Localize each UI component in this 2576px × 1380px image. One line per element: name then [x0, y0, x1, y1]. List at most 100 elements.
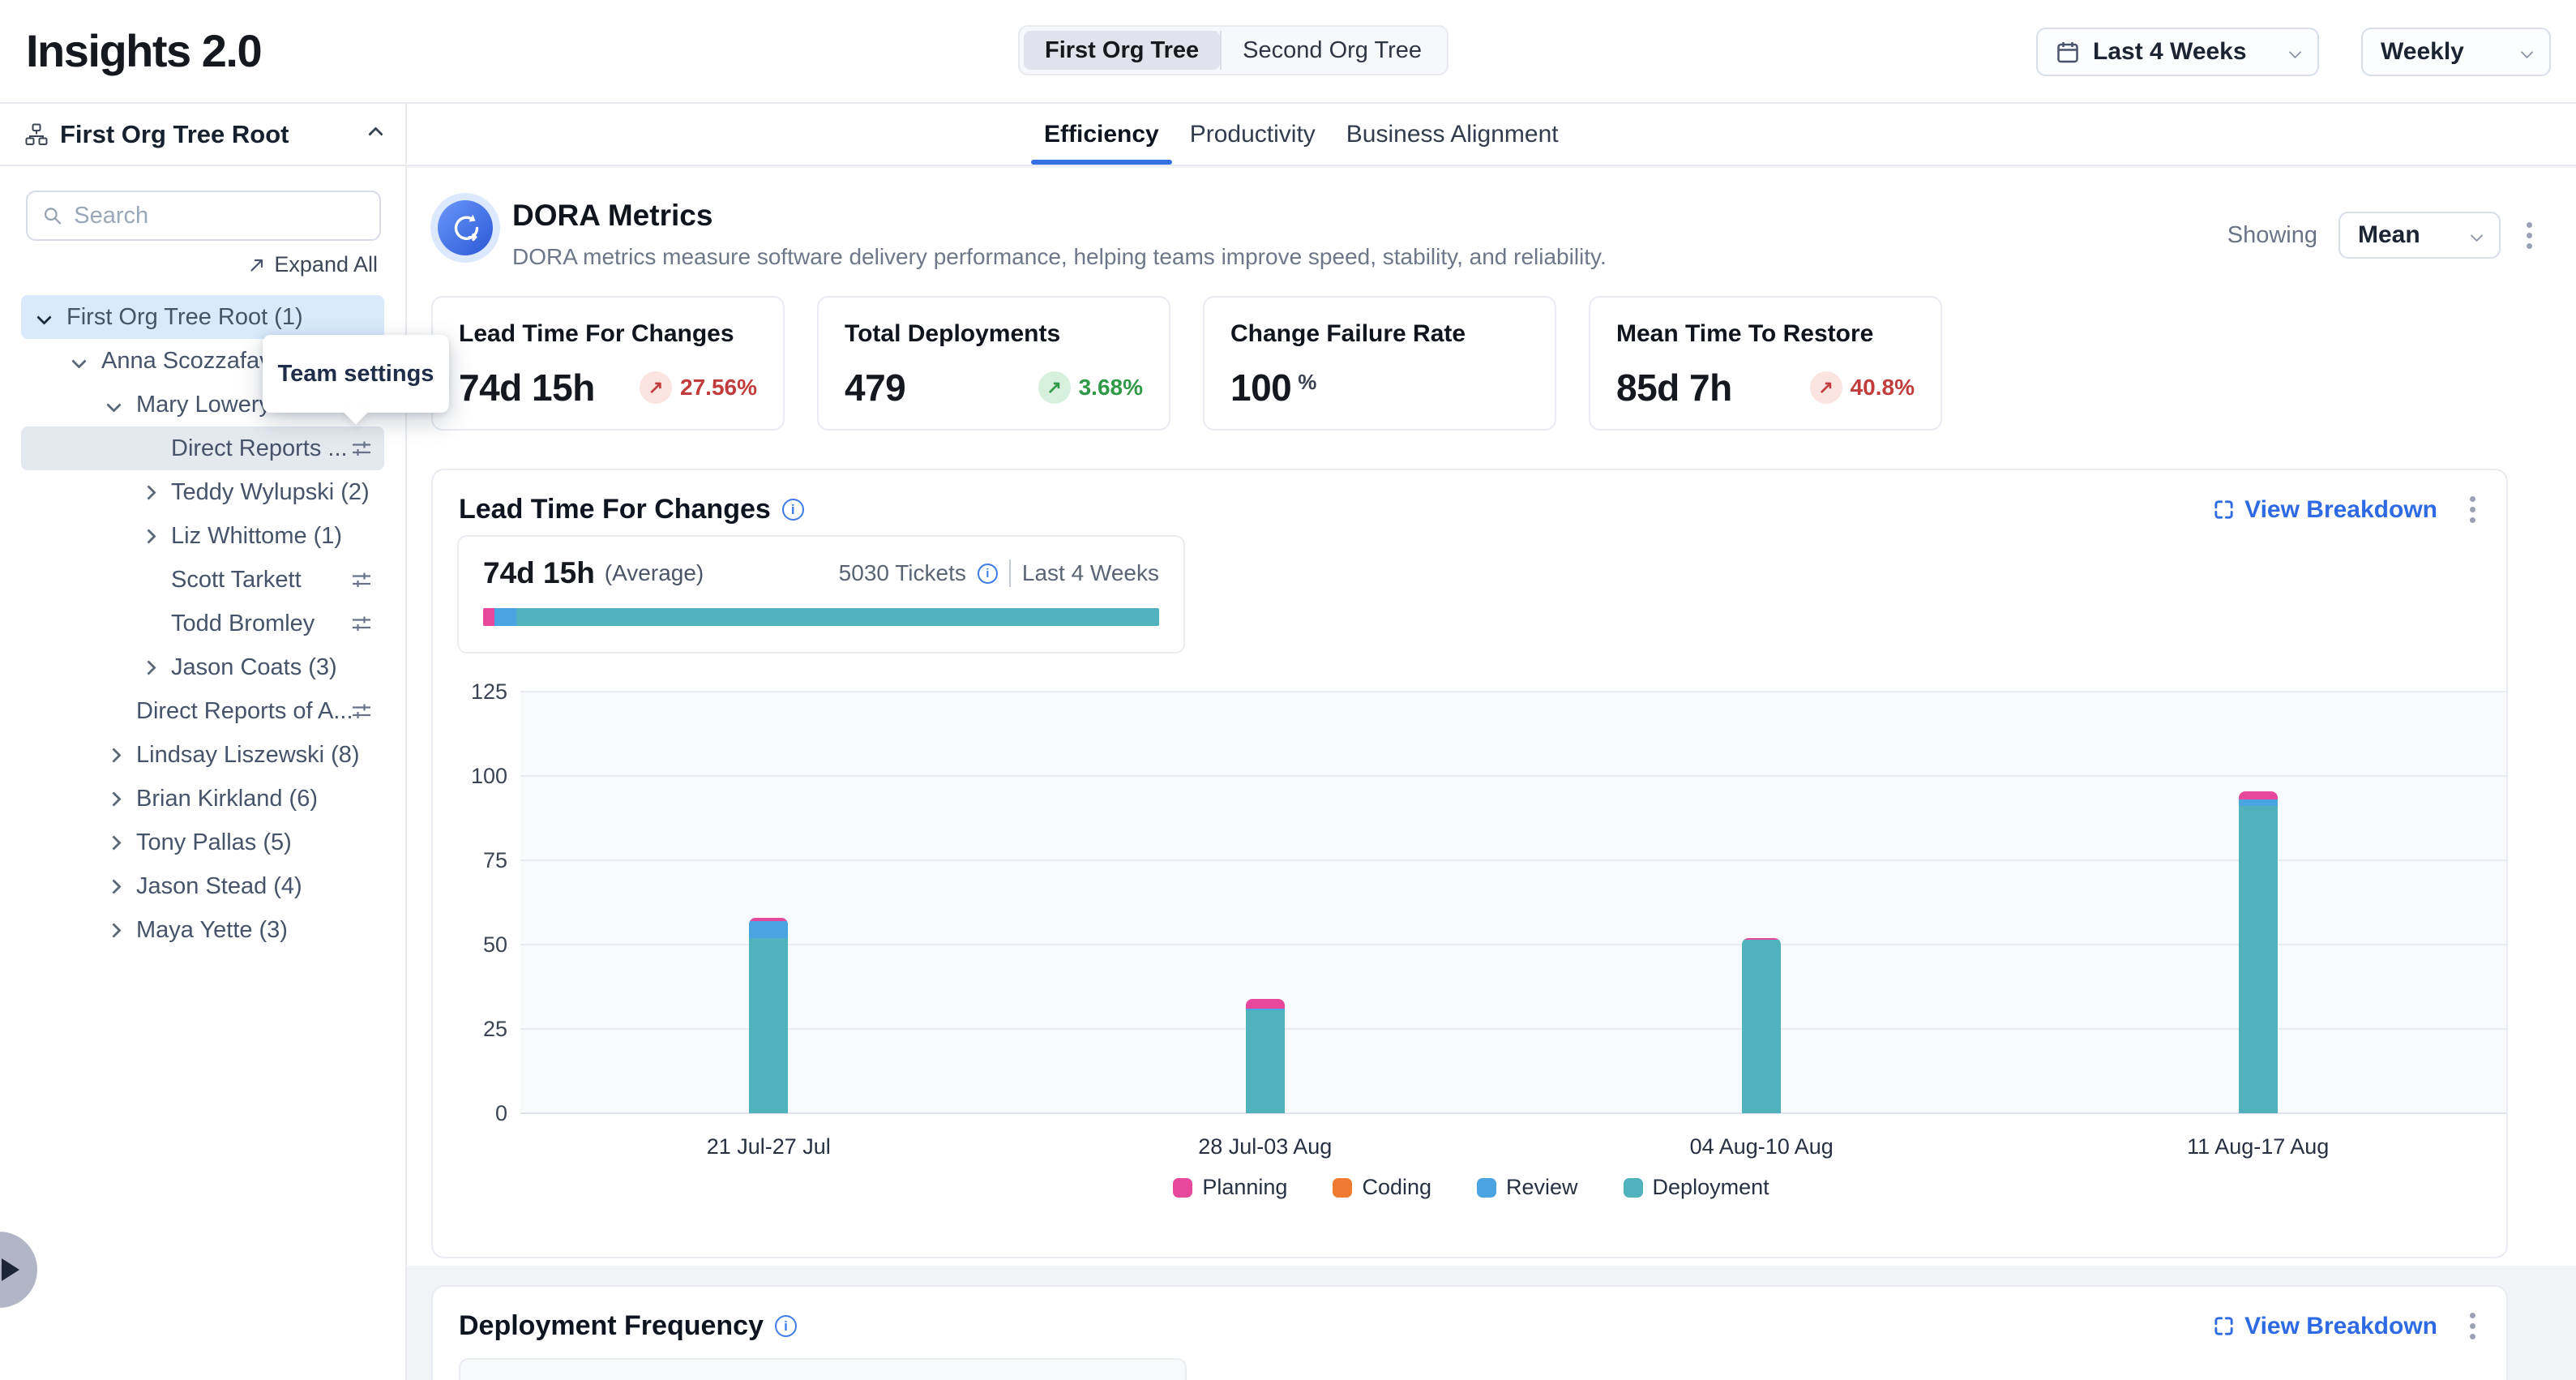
tree-item[interactable]: Todd Bromley	[21, 602, 384, 645]
tree-item-label: Scott Tarkett	[171, 567, 302, 594]
tree-item[interactable]: Liz Whittome(1)	[21, 514, 384, 558]
search-icon	[42, 204, 62, 227]
divider	[1009, 559, 1011, 587]
chevron-right-icon[interactable]	[143, 487, 171, 498]
insights-page: Insights 2.0 First Org TreeSecond Org Tr…	[0, 0, 2576, 1380]
tooltip-text: Team settings	[278, 361, 434, 388]
header-controls: Last 4 Weeks Weekly	[2036, 28, 2551, 76]
search-input[interactable]	[74, 203, 365, 229]
metric-title: Lead Time For Changes	[459, 320, 757, 348]
aggregation-select[interactable]: Mean	[2339, 212, 2501, 259]
tree-item[interactable]: Brian Kirkland(6)	[21, 777, 384, 821]
tree-item[interactable]: Tony Pallas(5)	[21, 821, 384, 864]
tree-item[interactable]: Jason Stead(4)	[21, 864, 384, 908]
gridline	[520, 775, 2506, 777]
chevron-right-icon[interactable]	[109, 925, 136, 936]
legend-item-coding[interactable]: Coding	[1333, 1175, 1431, 1200]
team-settings-tooltip: Team settings	[263, 335, 449, 413]
dora-kebab-menu-icon[interactable]	[2522, 217, 2537, 254]
tree-item-label: Jason Coats	[171, 654, 302, 681]
tree-item[interactable]: Lindsay Liszewski(8)	[21, 733, 384, 777]
team-settings-icon[interactable]	[350, 437, 373, 460]
bar-04-aug-10-aug	[1742, 938, 1781, 1113]
tree-item[interactable]: Maya Yette(3)	[21, 908, 384, 952]
dora-metrics-icon	[438, 200, 493, 255]
bar-segment-deployment	[1246, 1010, 1285, 1113]
tree-item[interactable]: Scott Tarkett	[21, 558, 384, 602]
tab-productivity[interactable]: Productivity	[1190, 104, 1316, 165]
chevron-down-icon[interactable]	[74, 356, 101, 366]
legend-item-planning[interactable]: Planning	[1173, 1175, 1287, 1200]
efficiency-panel: DORA Metrics DORA metrics measure softwa…	[407, 168, 2576, 1266]
chevron-right-icon[interactable]	[143, 662, 171, 673]
showing-controls: Showing Mean	[2227, 212, 2537, 259]
tree-item-label: Todd Bromley	[171, 611, 315, 637]
deployment-frequency-title: Deployment Frequency	[459, 1310, 797, 1342]
main-content: DORA Metrics DORA metrics measure softwa…	[407, 166, 2576, 1380]
tree-item[interactable]: First Org Tree Root(1)	[21, 295, 384, 339]
tree-item[interactable]: Jason Coats(3)	[21, 645, 384, 689]
org-tree-toggle-option[interactable]: Second Org Tree	[1220, 31, 1443, 70]
tree-item-count: (1)	[274, 304, 302, 331]
chevron-down-icon[interactable]	[39, 312, 66, 323]
metric-value: 74d 15h	[459, 366, 595, 409]
tree-item-label: Brian Kirkland	[136, 786, 283, 812]
trend-arrow-icon: ↗	[1810, 371, 1842, 404]
legend-item-review[interactable]: Review	[1477, 1175, 1578, 1200]
granularity-select[interactable]: Weekly	[2361, 28, 2551, 76]
expand-corners-icon	[2213, 1315, 2235, 1337]
chevron-right-icon[interactable]	[109, 838, 136, 848]
x-tick-label: 28 Jul-03 Aug	[1198, 1134, 1332, 1159]
info-icon[interactable]	[782, 499, 804, 521]
deployment-kebab-menu-icon[interactable]	[2465, 1308, 2480, 1344]
average-suffix: (Average)	[605, 560, 704, 586]
legend-swatch	[1624, 1178, 1643, 1198]
chevron-right-icon[interactable]	[143, 531, 171, 542]
view-breakdown-button[interactable]: View Breakdown	[2213, 1313, 2437, 1340]
chevron-right-icon[interactable]	[109, 881, 136, 892]
bar-28-jul-03-aug	[1246, 999, 1285, 1113]
bar-segment-deployment	[1742, 940, 1781, 1113]
expand-all-button[interactable]: Expand All	[0, 252, 378, 277]
tree-item-count: (2)	[340, 479, 369, 506]
metric-card-mean-time-to-restore: Mean Time To Restore85d 7h↗40.8%	[1589, 296, 1942, 431]
team-settings-icon[interactable]	[350, 568, 373, 591]
org-tree-toggle-option[interactable]: First Org Tree	[1024, 31, 1220, 70]
tree-item-count: (3)	[308, 654, 336, 681]
view-breakdown-button[interactable]: View Breakdown	[2213, 496, 2437, 524]
legend-swatch	[1477, 1178, 1496, 1198]
metric-delta: 3.68%	[1079, 375, 1143, 401]
tree-item-label: Jason Stead	[136, 873, 267, 900]
team-settings-icon[interactable]	[350, 700, 373, 722]
tree-item-label: Direct Reports of A...	[136, 698, 353, 725]
team-settings-icon[interactable]	[350, 612, 373, 635]
legend-label: Planning	[1202, 1175, 1287, 1200]
sidebar-title: First Org Tree Root	[60, 120, 359, 149]
chevron-right-icon[interactable]	[109, 750, 136, 761]
play-triangle-icon	[2, 1258, 19, 1281]
legend-item-deployment[interactable]: Deployment	[1624, 1175, 1769, 1200]
tab-efficiency[interactable]: Efficiency	[1044, 104, 1159, 165]
tree-item[interactable]: Teddy Wylupski(2)	[21, 470, 384, 514]
tree-item[interactable]: Direct Reports of A...	[21, 689, 384, 733]
chevron-right-icon[interactable]	[109, 794, 136, 804]
info-icon[interactable]	[775, 1315, 797, 1337]
chevron-down-icon[interactable]	[109, 400, 136, 410]
sidebar-header[interactable]: First Org Tree Root	[0, 104, 405, 166]
x-tick-label: 04 Aug-10 Aug	[1690, 1134, 1834, 1159]
metric-delta-badge: ↗40.8%	[1810, 371, 1915, 404]
legend-label: Deployment	[1653, 1175, 1769, 1200]
tab-business-alignment[interactable]: Business Alignment	[1346, 104, 1559, 165]
date-range-select[interactable]: Last 4 Weeks	[2036, 28, 2319, 76]
sidebar-search[interactable]	[26, 191, 381, 241]
lead-time-kebab-menu-icon[interactable]	[2465, 491, 2480, 528]
collapse-chevron-icon[interactable]	[368, 126, 383, 141]
y-tick-label: 75	[433, 847, 507, 873]
tree-item[interactable]: Direct Reports ...	[21, 426, 384, 470]
metric-card-change-failure-rate: Change Failure Rate100%	[1203, 296, 1556, 431]
info-icon[interactable]	[978, 564, 998, 584]
gridline	[520, 1112, 2506, 1114]
y-tick-label: 125	[433, 679, 507, 705]
metric-delta-badge: ↗27.56%	[640, 371, 757, 404]
expand-corners-icon	[2213, 499, 2235, 521]
